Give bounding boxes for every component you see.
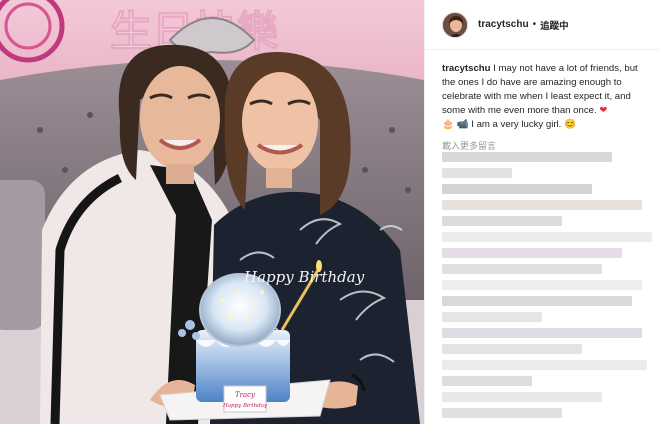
blurred-comment [442,200,642,210]
blurred-comment [442,152,612,162]
blurred-comment [442,328,642,338]
blurred-comment [442,264,602,274]
cake-camera-emoji: 🎂 📹 [442,119,469,130]
post-photo[interactable]: 生日快樂 [0,0,424,424]
cake-card-name: Tracy [235,391,256,399]
caption-username[interactable]: tracytschu [442,63,491,74]
blurred-comment [442,280,642,290]
blurred-comment [442,408,562,418]
following-button[interactable]: 追蹤中 [540,18,569,32]
post-caption: tracytschu I may not have a lot of frien… [425,50,660,132]
caption-tail: I am a very lucky girl. [471,119,562,130]
cake-card-text: Happy Birthday [222,403,268,409]
blurred-comment [442,296,632,306]
header-separator: • [532,19,537,30]
smile-emoji: 😊 [564,119,576,130]
blurred-comment [442,168,512,178]
photo-illustration: 生日快樂 [0,0,424,424]
blurred-comment [442,232,652,242]
blurred-comment [442,184,592,194]
blurred-comments [425,148,660,424]
heart-emoji: ❤ [599,105,608,116]
profile-avatar[interactable] [442,11,468,38]
cake-topper-text: Happy Birthday [243,268,365,286]
blurred-comment [442,312,542,322]
blurred-comment [442,392,602,402]
blurred-comment [442,248,622,258]
blurred-comment [442,216,562,226]
blurred-comment [442,376,532,386]
post-header: tracytschu • 追蹤中 [425,0,660,50]
post-username[interactable]: tracytschu [478,19,529,30]
blurred-comment [442,360,647,370]
post-side-panel: tracytschu • 追蹤中 tracytschu I may not ha… [424,0,660,424]
blurred-comment [442,344,582,354]
